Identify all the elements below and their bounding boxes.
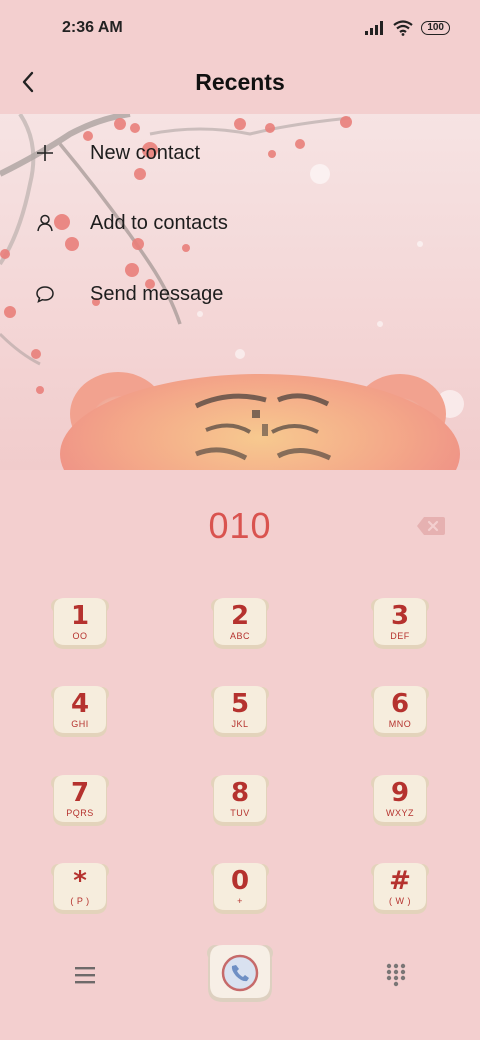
key-letters: ABC <box>229 631 250 641</box>
signal-icon <box>365 21 384 35</box>
key-letters: JKL <box>231 719 249 729</box>
key-letters: TUV <box>230 808 250 818</box>
key-letters: + <box>237 896 243 906</box>
status-time: 2:36 AM <box>62 19 123 36</box>
key-9[interactable]: 9 WXYZ <box>369 771 431 829</box>
menu-item-label: Add to contacts <box>90 211 228 234</box>
backspace-button[interactable] <box>416 515 446 537</box>
dialpad-toggle-button[interactable] <box>383 962 409 988</box>
key-2[interactable]: 2 ABC <box>209 594 271 652</box>
key-letters: WXYZ <box>386 808 414 818</box>
status-bar: 2:36 AM 100 <box>0 0 480 56</box>
plus-icon <box>34 142 56 164</box>
phone-icon <box>207 945 273 1002</box>
key-digit: * <box>73 866 87 896</box>
key-digit: # <box>389 866 411 896</box>
key-8[interactable]: 8 TUV <box>209 771 271 829</box>
key-6[interactable]: 6 MNO <box>369 682 431 740</box>
hamburger-menu-icon <box>75 967 95 984</box>
back-button[interactable] <box>10 64 46 100</box>
key-digit: 8 <box>230 778 250 808</box>
key-letters: MNO <box>388 719 412 729</box>
voicemail-icon: OO <box>72 631 88 641</box>
person-icon <box>34 212 56 234</box>
menu-item-label: New contact <box>90 141 201 164</box>
menu-item-label: Send message <box>90 282 224 305</box>
chevron-left-icon <box>22 71 34 93</box>
backspace-icon <box>417 517 445 535</box>
key-star[interactable]: * ( P ) <box>49 859 111 917</box>
key-digit: 7 <box>70 778 90 808</box>
call-button[interactable] <box>205 940 275 1006</box>
key-digit: 2 <box>230 601 250 631</box>
key-7[interactable]: 7 PQRS <box>49 771 111 829</box>
page-title: Recents <box>195 68 285 95</box>
menu-item-send-message[interactable]: Send message <box>0 265 480 323</box>
key-digit: 6 <box>390 689 410 719</box>
status-icons: 100 <box>365 20 450 36</box>
key-digit: 0 <box>230 866 250 896</box>
recents-banner: New contact Add to contacts Send message <box>0 114 480 470</box>
key-digit: 9 <box>390 778 410 808</box>
hamburger-menu-button[interactable] <box>72 962 98 988</box>
key-1[interactable]: 1 OO <box>49 594 111 652</box>
key-letters: GHI <box>71 719 89 729</box>
key-4[interactable]: 4 GHI <box>49 682 111 740</box>
key-letters: DEF <box>390 631 410 641</box>
key-letters: ( W ) <box>389 896 411 906</box>
menu-item-add-to-contacts[interactable]: Add to contacts <box>0 194 480 252</box>
key-digit: 4 <box>70 689 90 719</box>
key-digit: 3 <box>390 601 410 631</box>
header: Recents <box>0 56 480 108</box>
menu-item-new-contact[interactable]: New contact <box>0 124 480 182</box>
key-letters: PQRS <box>66 808 94 818</box>
key-0[interactable]: 0 + <box>209 859 271 917</box>
key-3[interactable]: 3 DEF <box>369 594 431 652</box>
bottom-bar <box>0 940 480 1010</box>
key-letters: ( P ) <box>70 896 90 906</box>
key-digit: 1 <box>70 601 90 631</box>
wifi-icon <box>393 20 413 36</box>
dialpad-grid-icon <box>386 963 406 987</box>
dialed-number: 010 <box>208 505 272 546</box>
message-bubble-icon <box>34 283 56 305</box>
battery-icon: 100 <box>421 21 450 35</box>
key-hash[interactable]: # ( W ) <box>369 859 431 917</box>
key-digit: 5 <box>230 689 250 719</box>
key-5[interactable]: 5 JKL <box>209 682 271 740</box>
